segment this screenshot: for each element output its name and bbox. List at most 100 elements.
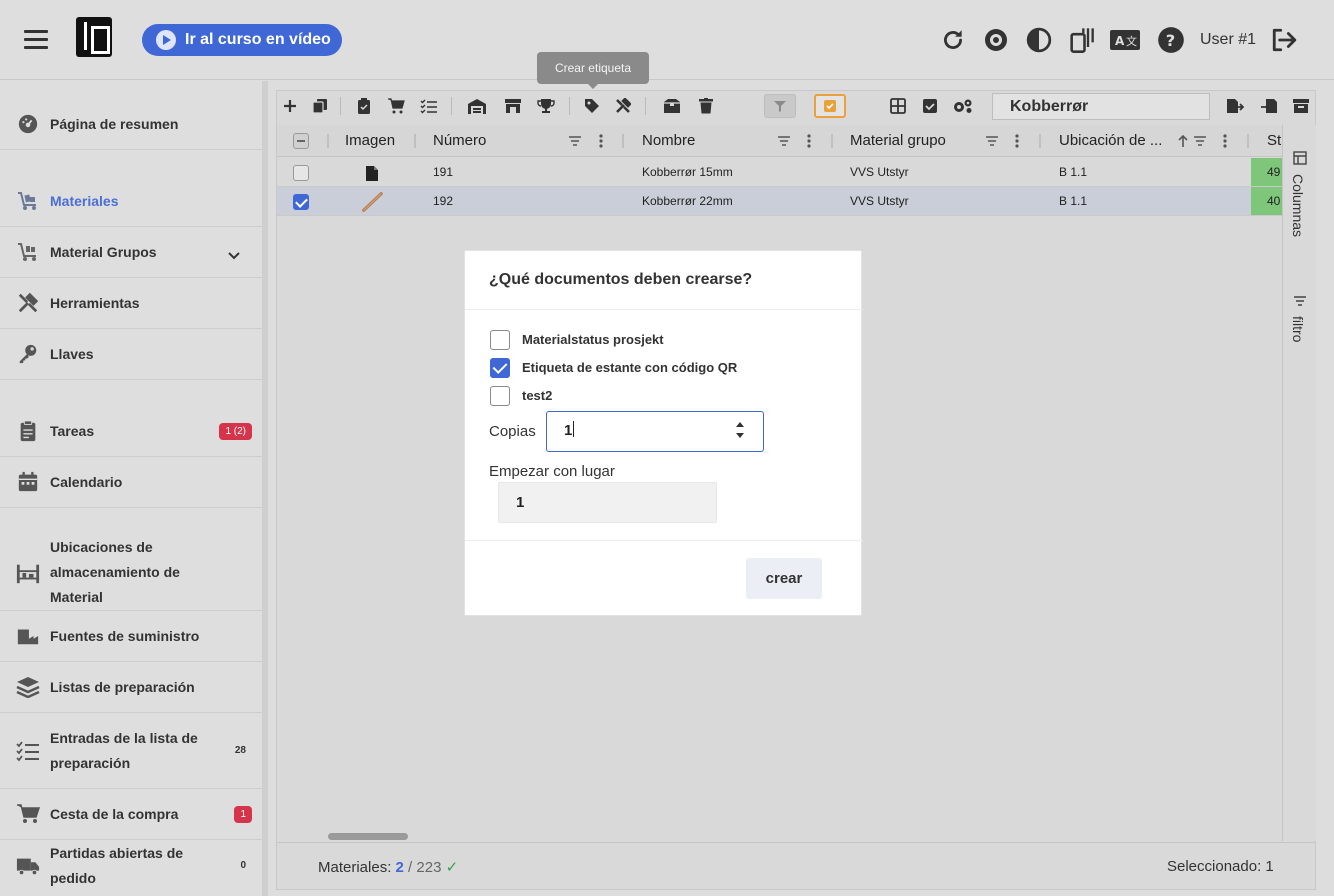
warehouse-icon[interactable] <box>466 95 488 117</box>
column-separator[interactable] <box>622 134 624 148</box>
user-name[interactable]: User #1 <box>1200 31 1256 49</box>
sidebar-item-cesta[interactable]: Cesta de la compra 1 <box>0 789 262 840</box>
sidebar-item-herramientas[interactable]: Herramientas <box>0 278 262 329</box>
column-header-material-grupo[interactable]: Material grupo <box>850 125 946 157</box>
sidebar-item-partidas[interactable]: Partidas abiertas de pedido 0 <box>0 840 262 891</box>
tag-icon[interactable] <box>581 95 603 117</box>
chevron-down-icon[interactable] <box>228 247 240 265</box>
grid-view-icon[interactable] <box>887 95 909 117</box>
sidebar-scrollbar[interactable] <box>262 81 268 896</box>
table-row[interactable] <box>277 187 1282 216</box>
layers-icon <box>16 675 40 699</box>
select-all-checkbox[interactable] <box>293 133 309 149</box>
add-to-cart-icon[interactable] <box>385 95 407 117</box>
sidebar-item-label: Entradas de la lista de preparación <box>50 729 198 771</box>
search-input[interactable]: Kobberrør <box>992 93 1210 120</box>
column-header-stock[interactable]: St <box>1267 125 1282 157</box>
sidebar-item-materiales[interactable]: Materiales <box>0 176 262 227</box>
export-icon[interactable] <box>1224 95 1246 117</box>
clipboard-task-icon[interactable] <box>353 95 375 117</box>
create-button[interactable]: crear <box>746 558 822 599</box>
columns-icon[interactable] <box>1289 147 1311 169</box>
app-logo[interactable] <box>76 17 112 57</box>
menu-icon[interactable] <box>24 30 48 50</box>
column-separator[interactable] <box>1039 134 1041 148</box>
cell-ubicacion: B 1.1 <box>1059 194 1088 208</box>
check-icon: ✓ <box>445 859 459 876</box>
sidebar-item-llaves[interactable]: Llaves <box>0 329 262 380</box>
devices-icon[interactable] <box>1065 24 1097 56</box>
document-icon <box>361 162 383 184</box>
option-label[interactable]: test2 <box>522 388 552 403</box>
filter-panel-icon[interactable] <box>1289 290 1311 312</box>
column-menu-icon[interactable] <box>1006 130 1028 152</box>
sidebar-item-label: Material Grupos <box>50 243 157 260</box>
filter-tab[interactable]: filtro <box>1290 316 1306 342</box>
row-checkbox[interactable] <box>293 165 309 181</box>
sidebar-item-label: Cesta de la compra <box>50 805 179 822</box>
filter-icon[interactable] <box>564 130 586 152</box>
sidebar-item-tareas[interactable]: Tareas 1 (2) <box>0 406 262 457</box>
column-header-ubicacion[interactable]: Ubicación de ... <box>1059 125 1162 157</box>
stepper-arrows-icon[interactable] <box>735 419 745 443</box>
contrast-icon[interactable] <box>1023 24 1055 56</box>
column-menu-icon[interactable] <box>798 130 820 152</box>
settings-icon[interactable] <box>952 95 974 117</box>
sidebar-item-resumen[interactable]: Página de resumen <box>0 99 262 150</box>
cell-grupo: VVS Utstyr <box>850 194 909 208</box>
column-separator[interactable] <box>1247 134 1249 148</box>
boxes-icon[interactable] <box>661 95 683 117</box>
sidebar-item-label: Tareas <box>50 422 95 439</box>
table-row[interactable] <box>277 158 1282 187</box>
trash-icon[interactable] <box>695 95 717 117</box>
sidebar-item-ubicaciones[interactable]: Ubicaciones de almacenamiento de Materia… <box>0 535 262 611</box>
tools-icon[interactable] <box>612 95 634 117</box>
column-header-numero[interactable]: Número <box>433 125 486 157</box>
horizontal-scrollbar[interactable] <box>328 833 408 840</box>
option-checkbox-qr-label[interactable] <box>490 358 510 378</box>
start-position-input[interactable]: 1 <box>498 482 717 523</box>
eye-icon[interactable] <box>980 24 1012 56</box>
column-separator[interactable] <box>414 134 416 148</box>
translate-icon[interactable]: A文 <box>1109 24 1141 56</box>
refresh-icon[interactable] <box>937 24 969 56</box>
video-course-button[interactable]: Ir al curso en vídeo <box>142 24 342 56</box>
toolbar-separator <box>569 97 570 115</box>
column-menu-icon[interactable] <box>1214 130 1236 152</box>
copies-input[interactable]: 1 <box>546 411 764 452</box>
filter-icon[interactable] <box>981 130 1003 152</box>
sidebar-item-entradas[interactable]: Entradas de la lista de preparación 28 <box>0 713 262 789</box>
archive-icon[interactable] <box>1290 95 1312 117</box>
help-icon[interactable]: ? <box>1155 24 1187 56</box>
store-icon[interactable] <box>502 95 524 117</box>
trophy-icon[interactable] <box>535 95 557 117</box>
columns-tab[interactable]: Columnas <box>1290 174 1306 237</box>
copy-icon[interactable] <box>309 95 331 117</box>
option-checkbox-materialstatus[interactable] <box>490 330 510 350</box>
checklist-add-icon[interactable] <box>418 95 440 117</box>
column-header-nombre[interactable]: Nombre <box>642 125 695 157</box>
sidebar-item-listas[interactable]: Listas de preparación <box>0 662 262 713</box>
column-menu-icon[interactable] <box>590 130 612 152</box>
copies-label: Copias <box>489 423 536 440</box>
selection-toggle-button[interactable] <box>814 94 846 118</box>
import-icon[interactable] <box>1258 95 1280 117</box>
option-label[interactable]: Materialstatus prosjekt <box>522 332 664 347</box>
checkbox-icon[interactable] <box>919 95 941 117</box>
sidebar-item-fuentes[interactable]: Fuentes de suministro <box>0 611 262 662</box>
filter-icon[interactable] <box>773 130 795 152</box>
option-checkbox-test2[interactable] <box>490 386 510 406</box>
sidebar-item-label: Partidas abiertas de pedido <box>50 844 184 886</box>
filter-toggle-button[interactable] <box>764 94 796 118</box>
row-checkbox[interactable] <box>293 194 309 210</box>
option-label[interactable]: Etiqueta de estante con código QR <box>522 360 737 375</box>
sidebar-item-calendario[interactable]: Calendario <box>0 457 262 508</box>
add-icon[interactable] <box>279 95 301 117</box>
sidebar-item-material-grupos[interactable]: Material Grupos <box>0 227 262 278</box>
column-separator[interactable] <box>831 134 833 148</box>
column-header-imagen[interactable]: Imagen <box>345 125 395 157</box>
filter-icon[interactable] <box>1189 130 1211 152</box>
cart-group-icon <box>16 240 40 264</box>
checklist-icon <box>16 739 40 763</box>
logout-icon[interactable] <box>1268 24 1300 56</box>
